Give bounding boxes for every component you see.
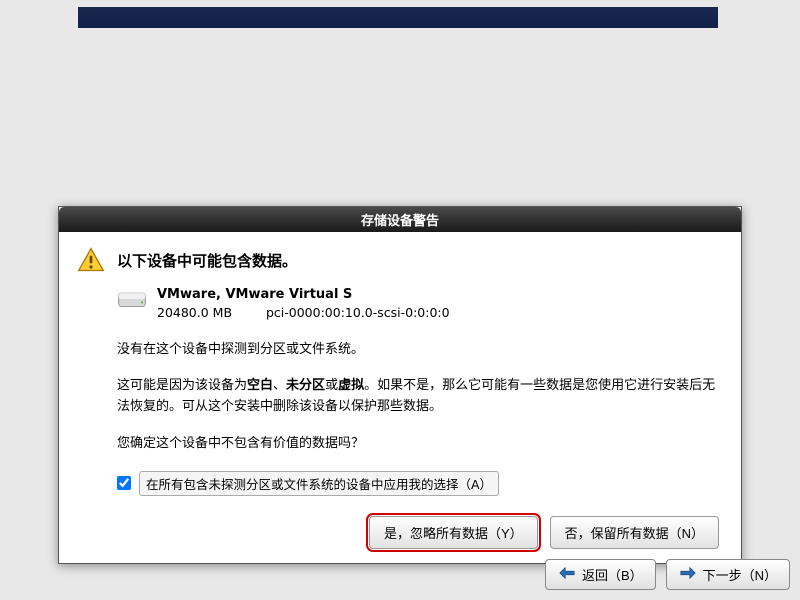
- dialog-text-2: 这可能是因为该设备为空白、未分区或虚拟。如果不是，那么它可能有一些数据是您使用它…: [117, 376, 723, 418]
- dialog-header-row: 以下设备中可能包含数据。: [77, 246, 723, 274]
- wizard-nav: 返回（B） 下一步（N）: [545, 559, 790, 590]
- arrow-left-icon: [558, 566, 576, 583]
- installer-banner: [78, 7, 718, 28]
- dialog-button-row: 是，忽略所有数据（Y） 否，保留所有数据（N）: [77, 516, 723, 549]
- apply-all-checkbox[interactable]: [117, 476, 131, 490]
- disk-icon: [117, 288, 147, 310]
- apply-all-checkbox-row: 在所有包含未探测分区或文件系统的设备中应用我的选择（A）: [117, 471, 723, 496]
- back-button[interactable]: 返回（B）: [545, 559, 656, 590]
- dialog-text-1: 没有在这个设备中探测到分区或文件系统。: [117, 340, 723, 361]
- arrow-right-icon: [679, 566, 697, 583]
- dialog-text-3: 您确定这个设备中不包含有价值的数据吗？: [117, 434, 723, 455]
- dialog-title: 存储设备警告: [59, 207, 741, 232]
- back-label: 返回（B）: [582, 565, 643, 584]
- storage-warning-dialog: 存储设备警告 以下设备中可能包含数据。 VMware, V: [58, 206, 742, 564]
- apply-all-label: 在所有包含未探测分区或文件系统的设备中应用我的选择（A）: [139, 471, 499, 496]
- keep-data-button[interactable]: 否，保留所有数据（N）: [550, 516, 719, 549]
- dialog-body: 以下设备中可能包含数据。 VMware, VMware Virtual S 20…: [59, 232, 741, 563]
- device-path: pci-0000:00:10.0-scsi-0:0:0:0: [266, 305, 450, 320]
- device-name: VMware, VMware Virtual S: [157, 286, 450, 304]
- dialog-heading: 以下设备中可能包含数据。: [117, 250, 297, 271]
- next-label: 下一步（N）: [703, 565, 777, 584]
- device-meta: 20480.0 MB pci-0000:00:10.0-scsi-0:0:0:0: [157, 304, 450, 322]
- device-size: 20480.0 MB: [157, 304, 262, 322]
- discard-data-button[interactable]: 是，忽略所有数据（Y）: [369, 516, 538, 549]
- device-row: VMware, VMware Virtual S 20480.0 MB pci-…: [117, 286, 723, 322]
- warning-icon: [77, 246, 105, 274]
- device-info: VMware, VMware Virtual S 20480.0 MB pci-…: [157, 286, 450, 322]
- next-button[interactable]: 下一步（N）: [666, 559, 790, 590]
